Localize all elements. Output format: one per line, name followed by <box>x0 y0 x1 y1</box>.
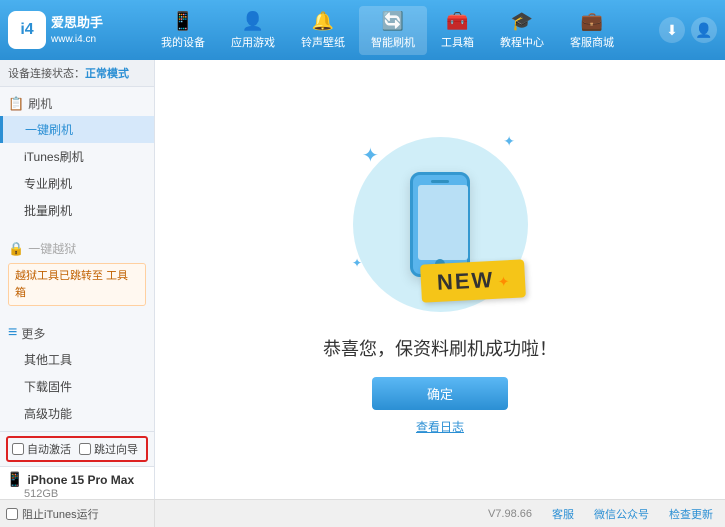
stop-itunes-label: 阻止iTunes运行 <box>22 506 99 522</box>
sidebar: 设备连接状态： 正常模式 📋 刷机 一键刷机 iTunes刷机 专业刷机 批量刷… <box>0 60 155 499</box>
sidebar-section-flash: 📋 刷机 一键刷机 iTunes刷机 专业刷机 批量刷机 <box>0 87 154 228</box>
sidebar-item-download-firmware[interactable]: 下载固件 <box>0 373 154 400</box>
confirm-button[interactable]: 确定 <box>372 377 508 410</box>
logo-title: 爱思助手 <box>51 13 103 33</box>
tools-icon: 🧰 <box>446 11 468 32</box>
sidebar-item-pro[interactable]: 专业刷机 <box>0 170 154 197</box>
sidebar-item-itunes[interactable]: iTunes刷机 <box>0 143 154 170</box>
more-section-icon: ≡ <box>8 324 17 342</box>
phone-body <box>410 172 470 277</box>
nav-item-ringtone[interactable]: 🔔 铃声壁纸 <box>289 6 357 55</box>
version-info: V7.98.66 <box>488 508 532 520</box>
download-btn[interactable]: ⬇ <box>659 17 685 43</box>
auto-activate-checkbox[interactable] <box>12 443 24 455</box>
skip-guide-checkbox[interactable] <box>79 443 91 455</box>
skip-guide-label[interactable]: 跳过向导 <box>79 441 138 457</box>
sidebar-item-advanced[interactable]: 高级功能 <box>0 400 154 427</box>
sparkle-icon-1: ✦ <box>362 143 379 168</box>
sidebar-section-jailbreak: 🔒 一键越狱 越狱工具已跳转至 工具箱 <box>0 232 154 312</box>
footer-link-wechat[interactable]: 微信公众号 <box>594 506 649 522</box>
success-message: 恭喜您，保资料刷机成功啦！ <box>323 335 557 361</box>
status-value: 正常模式 <box>85 65 129 81</box>
footer-right: V7.98.66 客服 微信公众号 检查更新 <box>155 506 725 522</box>
sidebar-item-other-tools[interactable]: 其他工具 <box>0 346 154 373</box>
sidebar-group-header-more: ≡ 更多 <box>0 320 154 346</box>
flash-section-icon: 📋 <box>8 96 24 112</box>
status-bar: 设备连接状态： 正常模式 <box>0 60 154 87</box>
smart-flash-icon: 🔄 <box>382 11 404 32</box>
phone-speaker <box>431 180 449 183</box>
footer-link-update[interactable]: 检查更新 <box>669 506 713 522</box>
nav-item-service[interactable]: 💼 客服商城 <box>558 6 626 55</box>
logo-icon: i4 <box>8 11 46 49</box>
header: i4 爱思助手 www.i4.cn 📱 我的设备 👤 应用游戏 🔔 铃声壁纸 🔄… <box>0 0 725 60</box>
device-info: 📱 iPhone 15 Pro Max 512GB iPhone <box>0 466 154 499</box>
logo: i4 爱思助手 www.i4.cn <box>8 11 108 49</box>
content-area: NEW ✦ ✦ ✦ ✦ 恭喜您，保资料刷机成功啦！ 确定 查看日志 <box>155 60 725 499</box>
my-device-icon: 📱 <box>172 11 194 32</box>
jailbreak-warning: 越狱工具已跳转至 工具箱 <box>8 263 146 306</box>
device-storage: 512GB <box>24 488 148 499</box>
stop-itunes-checkbox[interactable] <box>6 508 18 520</box>
sidebar-item-yijian[interactable]: 一键刷机 <box>0 116 154 143</box>
nav-item-app-games[interactable]: 👤 应用游戏 <box>219 6 287 55</box>
bottom-bar: 阻止iTunes运行 V7.98.66 客服 微信公众号 检查更新 <box>0 499 725 527</box>
nav-bar: 📱 我的设备 👤 应用游戏 🔔 铃声壁纸 🔄 智能刷机 🧰 工具箱 🎓 教程中心… <box>116 6 659 55</box>
auto-activate-label[interactable]: 自动激活 <box>12 441 71 457</box>
new-sparkle: ✦ <box>497 273 510 290</box>
nav-item-tools[interactable]: 🧰 工具箱 <box>429 6 486 55</box>
new-banner: NEW ✦ <box>420 259 526 302</box>
ringtone-icon: 🔔 <box>312 11 334 32</box>
device-name: iPhone 15 Pro Max <box>27 473 134 487</box>
nav-item-my-device[interactable]: 📱 我的设备 <box>149 6 217 55</box>
sidebar-group-header-jailbreak: 🔒 一键越狱 <box>0 236 154 261</box>
stop-itunes-section: 阻止iTunes运行 <box>0 500 155 527</box>
view-log-link[interactable]: 查看日志 <box>416 418 464 435</box>
sparkle-icon-3: ✦ <box>352 256 362 270</box>
sidebar-section-more: ≡ 更多 其他工具 下载固件 高级功能 <box>0 316 154 431</box>
sidebar-group-header-flash: 📋 刷机 <box>0 91 154 116</box>
new-text: NEW <box>436 266 495 294</box>
nav-item-smart-flash[interactable]: 🔄 智能刷机 <box>359 6 427 55</box>
phone-illustration: NEW ✦ ✦ ✦ ✦ <box>340 125 540 325</box>
phone-screen <box>418 185 468 260</box>
logo-url: www.i4.cn <box>51 32 103 47</box>
nav-item-tutorials[interactable]: 🎓 教程中心 <box>488 6 556 55</box>
phone-icon: 📱 <box>6 471 23 488</box>
app-games-icon: 👤 <box>242 11 264 32</box>
tutorials-icon: 🎓 <box>511 11 533 32</box>
lock-icon: 🔒 <box>8 241 24 257</box>
header-actions: ⬇ 👤 <box>659 17 717 43</box>
checkbox-outline-box: 自动激活 跳过向导 <box>6 436 148 462</box>
user-btn[interactable]: 👤 <box>691 17 717 43</box>
checkbox-section: 自动激活 跳过向导 <box>0 431 154 466</box>
sidebar-item-batch[interactable]: 批量刷机 <box>0 197 154 224</box>
device-name-row: 📱 iPhone 15 Pro Max <box>6 471 148 488</box>
footer-link-service[interactable]: 客服 <box>552 506 574 522</box>
sparkle-icon-2: ✦ <box>503 133 515 150</box>
service-icon: 💼 <box>581 11 603 32</box>
main-area: 设备连接状态： 正常模式 📋 刷机 一键刷机 iTunes刷机 专业刷机 批量刷… <box>0 60 725 499</box>
